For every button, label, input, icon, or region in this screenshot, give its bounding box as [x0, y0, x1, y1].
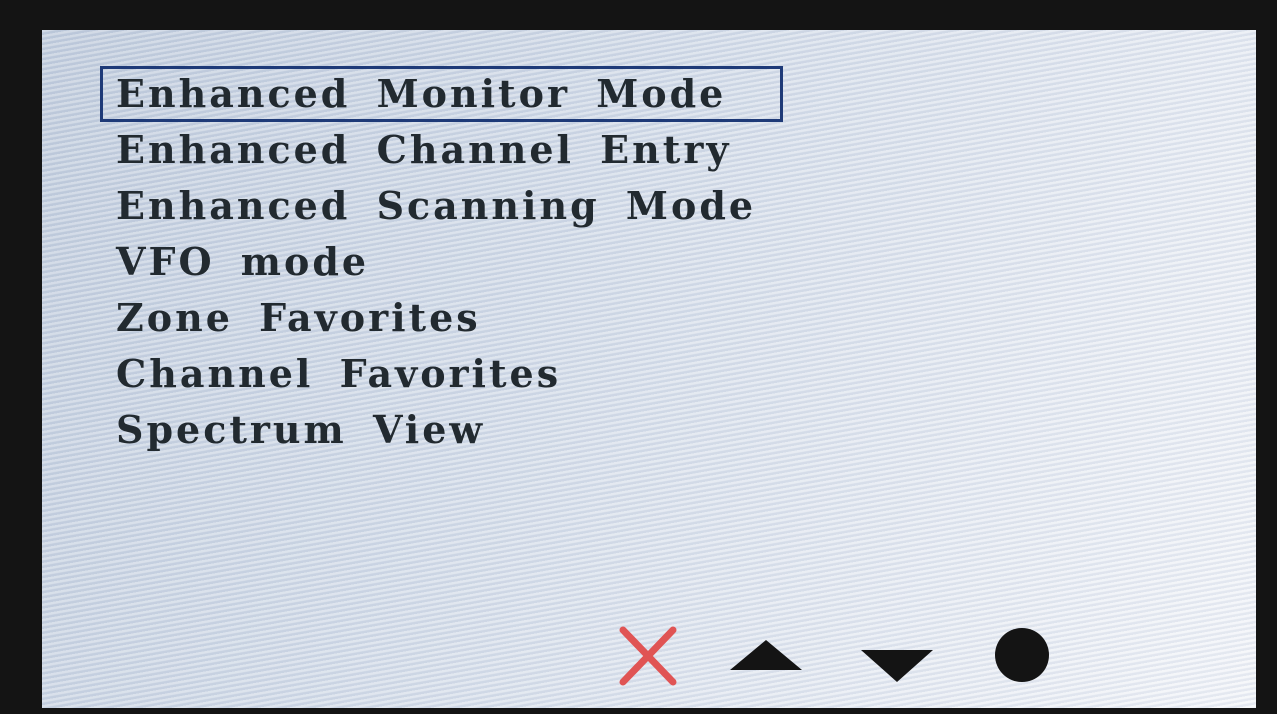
scroll-down-button[interactable] — [857, 620, 937, 690]
menu-item-spectrum-view[interactable]: Spectrum View — [100, 402, 783, 458]
softkey-bar — [42, 620, 1256, 690]
menu-item-enhanced-monitor-mode[interactable]: Enhanced Monitor Mode — [100, 66, 783, 122]
settings-menu: Enhanced Monitor Mode Enhanced Channel E… — [100, 66, 783, 458]
select-button[interactable] — [982, 620, 1062, 690]
display-screen: Enhanced Monitor Mode Enhanced Channel E… — [42, 30, 1256, 708]
cancel-button[interactable] — [609, 620, 689, 690]
menu-item-enhanced-channel-entry[interactable]: Enhanced Channel Entry — [100, 122, 783, 178]
close-icon — [619, 626, 677, 686]
menu-item-vfo-mode[interactable]: VFO mode — [100, 234, 783, 290]
scroll-up-button[interactable] — [726, 620, 806, 690]
circle-icon — [995, 628, 1049, 682]
menu-item-enhanced-scanning-mode[interactable]: Enhanced Scanning Mode — [100, 178, 783, 234]
menu-item-zone-favorites[interactable]: Zone Favorites — [100, 290, 783, 346]
device-bezel: Enhanced Monitor Mode Enhanced Channel E… — [0, 0, 1277, 714]
triangle-up-icon — [730, 640, 802, 670]
triangle-down-icon — [861, 650, 933, 682]
menu-item-channel-favorites[interactable]: Channel Favorites — [100, 346, 783, 402]
